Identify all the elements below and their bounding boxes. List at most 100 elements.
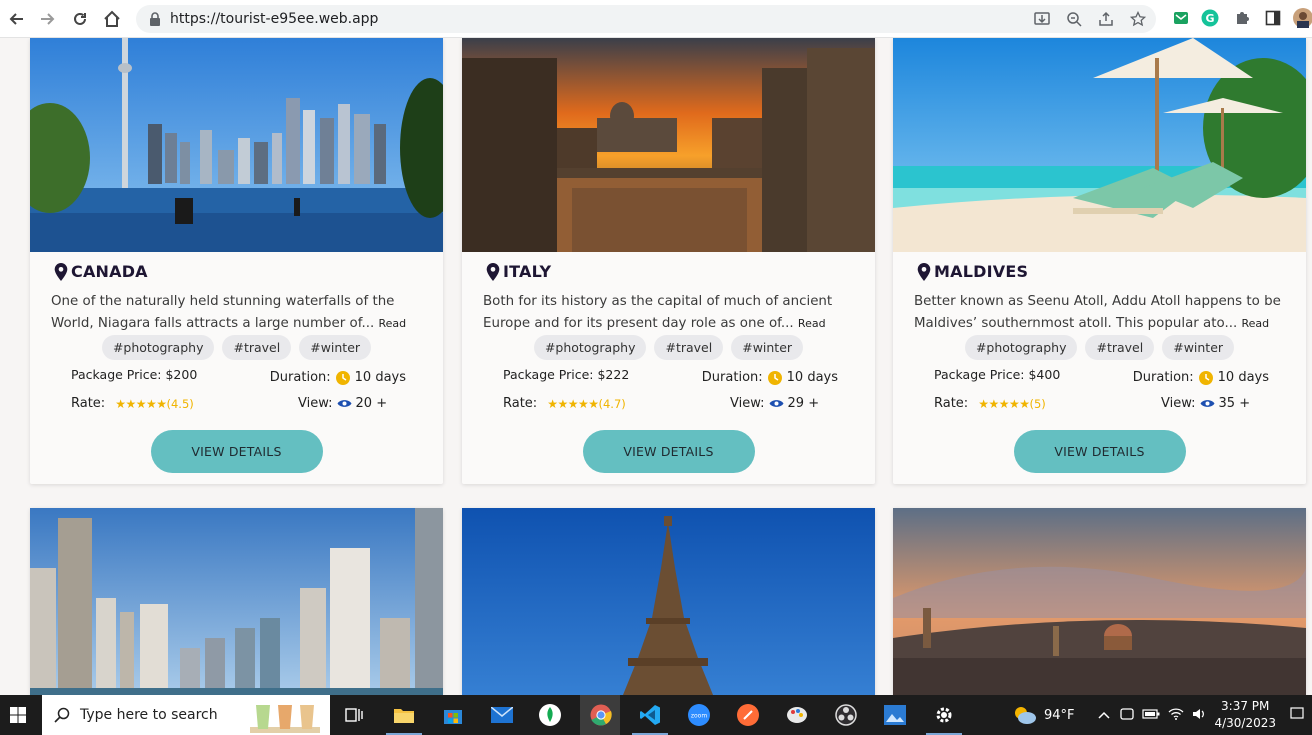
task-view-icon[interactable]: [342, 703, 366, 727]
description-text: Both for its history as the capital of m…: [483, 294, 833, 331]
italy-photo: [462, 38, 875, 252]
view-count: View: 35 +: [1161, 396, 1250, 411]
country-name: ITALY: [503, 262, 552, 281]
location-heading: CANADA: [53, 262, 443, 281]
price-duration-row: Package Price: $222 Duration: 10 days: [462, 360, 875, 388]
florence-photo: [893, 508, 1306, 695]
back-button[interactable]: [0, 0, 32, 38]
mongodb-compass-icon[interactable]: [538, 703, 562, 727]
view-value: 20 +: [355, 396, 388, 411]
star-rating-icon: ★★★★★: [547, 396, 599, 411]
zoom-icon[interactable]: [1064, 9, 1084, 29]
weather-temperature[interactable]: 94°F: [1044, 708, 1075, 723]
eye-icon: [769, 400, 784, 407]
system-tray: 94°F 3:37 PM 4/30/2023: [1012, 695, 1312, 735]
weather-partly-cloudy-icon[interactable]: [1012, 705, 1038, 725]
bookmark-star-icon[interactable]: [1128, 9, 1148, 29]
settings-gear-icon[interactable]: [932, 703, 956, 727]
start-button[interactable]: [0, 695, 36, 735]
search-placeholder: Type here to search: [80, 707, 218, 723]
paint-icon[interactable]: [785, 703, 809, 727]
rating-score: (4.5): [166, 396, 194, 411]
mail-extension-icon[interactable]: [1170, 7, 1192, 29]
tag-travel[interactable]: #travel: [222, 335, 292, 360]
rating: Rate: ★★★★★ (4.5): [71, 396, 194, 411]
zoom-icon[interactable]: zoom: [687, 703, 711, 727]
meet-now-icon[interactable]: [1120, 707, 1135, 724]
profile-avatar[interactable]: [1292, 7, 1312, 29]
maldives-photo: [893, 38, 1306, 252]
clock-icon: [1198, 370, 1213, 385]
clock-icon: [767, 370, 782, 385]
windows-logo-icon: [10, 707, 26, 723]
lock-icon: [150, 12, 160, 26]
rating: Rate: ★★★★★ (4.7): [503, 396, 626, 411]
view-details-button[interactable]: VIEW DETAILS: [582, 430, 755, 473]
address-bar[interactable]: https://tourist-e95ee.web.app: [136, 5, 1156, 33]
map-pin-icon: [486, 262, 500, 281]
side-panel-icon[interactable]: [1262, 7, 1284, 29]
tag-travel[interactable]: #travel: [1085, 335, 1155, 360]
microsoft-store-icon[interactable]: [441, 703, 465, 727]
eye-icon: [337, 400, 352, 407]
location-heading: ITALY: [485, 262, 875, 281]
paris-photo: [462, 508, 875, 695]
extensions-puzzle-icon[interactable]: [1231, 7, 1253, 29]
battery-icon[interactable]: [1142, 708, 1160, 722]
chevron-up-icon[interactable]: [1098, 708, 1110, 722]
map-pin-icon: [917, 262, 931, 281]
grammarly-extension-icon[interactable]: G: [1199, 7, 1221, 29]
mail-icon[interactable]: [490, 703, 514, 727]
view-details-button[interactable]: VIEW DETAILS: [1013, 430, 1186, 473]
forward-arrow-icon: [41, 12, 55, 25]
forward-button[interactable]: [32, 0, 64, 38]
back-arrow-icon: [9, 12, 23, 25]
vscode-icon[interactable]: [638, 703, 662, 727]
view-count: View: 29 +: [730, 396, 819, 411]
tag-winter[interactable]: #winter: [299, 335, 372, 360]
taskbar-search-box[interactable]: Type here to search: [42, 695, 330, 735]
view-details-button[interactable]: VIEW DETAILS: [150, 430, 323, 473]
clock[interactable]: 3:37 PM 4/30/2023: [1214, 698, 1276, 732]
view-label: View:: [730, 396, 765, 411]
country-name: CANADA: [71, 262, 148, 281]
clock-icon: [335, 370, 350, 385]
destination-grid: CANADA One of the naturally held stunnin…: [0, 38, 1312, 695]
tag-photography[interactable]: #photography: [964, 335, 1078, 360]
file-explorer-icon[interactable]: [392, 703, 416, 727]
tag-photography[interactable]: #photography: [533, 335, 647, 360]
description: One of the naturally held stunning water…: [51, 291, 423, 335]
tag-winter[interactable]: #winter: [1162, 335, 1235, 360]
tag-winter[interactable]: #winter: [731, 335, 804, 360]
volume-icon[interactable]: [1192, 708, 1206, 723]
rating-score: (4.7): [598, 396, 626, 411]
price-duration-row: Package Price: $400 Duration: 10 days: [893, 360, 1306, 388]
duration-value: 10 days: [786, 370, 838, 385]
package-price: Package Price: $222: [503, 367, 630, 382]
share-icon[interactable]: [1096, 9, 1116, 29]
description: Better known as Seenu Atoll, Addu Atoll …: [914, 291, 1286, 335]
reload-button[interactable]: [64, 0, 96, 38]
notifications-icon[interactable]: [1290, 706, 1304, 724]
obs-studio-icon[interactable]: [834, 703, 858, 727]
location-heading: MALDIVES: [916, 262, 1306, 281]
tag-photography[interactable]: #photography: [101, 335, 215, 360]
postman-icon[interactable]: [736, 703, 760, 727]
description-text: One of the naturally held stunning water…: [51, 294, 395, 331]
view-value: 29 +: [787, 396, 820, 411]
country-name: MALDIVES: [934, 262, 1029, 281]
rate-view-row: Rate: ★★★★★ (4.5) View: 20 +: [30, 388, 443, 416]
rate-label: Rate:: [71, 396, 106, 411]
rate-view-row: Rate: ★★★★★ (5) View: 35 +: [893, 388, 1306, 416]
search-icon: [54, 707, 70, 723]
rate-label: Rate:: [503, 396, 538, 411]
tag-travel[interactable]: #travel: [654, 335, 724, 360]
destination-card-italy: ITALY Both for its history as the capita…: [462, 38, 875, 484]
url-text: https://tourist-e95ee.web.app: [170, 11, 379, 27]
destination-card-maldives: MALDIVES Better known as Seenu Atoll, Ad…: [893, 38, 1306, 484]
duration: Duration: 10 days: [702, 370, 838, 385]
photos-icon[interactable]: [883, 703, 907, 727]
wifi-icon[interactable]: [1168, 707, 1184, 723]
home-button[interactable]: [96, 0, 128, 38]
install-icon[interactable]: [1032, 9, 1052, 29]
